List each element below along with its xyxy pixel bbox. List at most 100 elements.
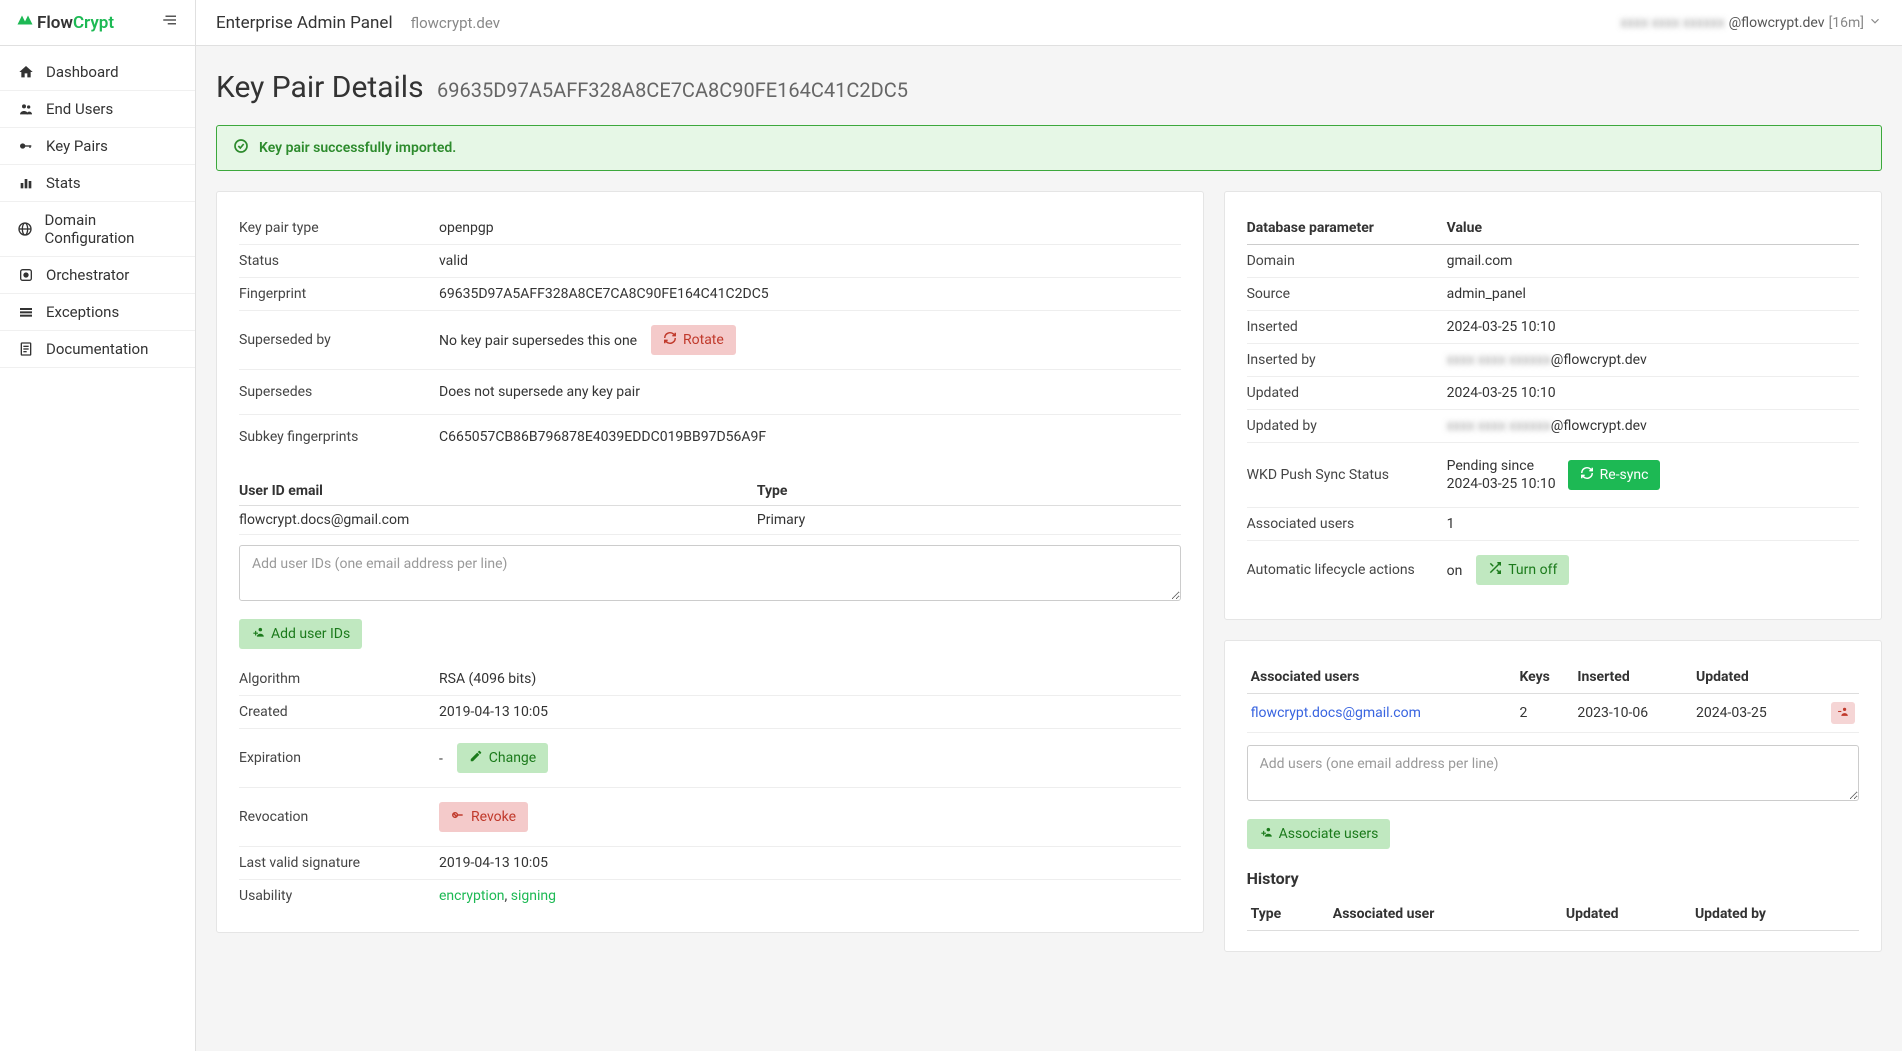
label: Usability (239, 880, 439, 913)
row-revocation: Revocation Revoke (239, 788, 1181, 847)
value-cell: on Turn off (1447, 541, 1859, 600)
key-details-table-2: Algorithm RSA (4096 bits) Created 2019-0… (239, 663, 1181, 912)
remove-user-button[interactable] (1831, 702, 1855, 724)
row-last-valid: Last valid signature 2019-04-13 10:05 (239, 847, 1181, 880)
label: Revocation (239, 788, 439, 847)
row-status: Status valid (239, 245, 1181, 278)
btn-label: Change (489, 750, 536, 766)
orchestrator-icon (16, 267, 36, 283)
th-param: Database parameter (1247, 212, 1447, 245)
btn-label: Associate users (1279, 826, 1379, 842)
value: - (439, 751, 443, 767)
usability-encryption[interactable]: encryption (439, 888, 505, 904)
main: Enterprise Admin Panel flowcrypt.dev xxx… (196, 0, 1902, 1051)
topbar-user-menu[interactable]: xxxx xxxx xxxxxx@flowcrypt.dev [16m] (1620, 14, 1882, 32)
suffix: @flowcrypt.dev (1551, 352, 1647, 368)
sidebar-item-documentation[interactable]: Documentation (0, 331, 195, 368)
db-params-table: Database parameter Value Domain gmail.co… (1247, 212, 1859, 599)
sidebar-item-exceptions[interactable]: Exceptions (0, 294, 195, 331)
change-expiration-button[interactable]: Change (457, 743, 548, 773)
sidebar-item-dashboard[interactable]: Dashboard (0, 54, 195, 91)
btn-label: Re-sync (1600, 467, 1649, 483)
sidebar-item-label: Dashboard (46, 63, 119, 81)
sidebar-item-label: Key Pairs (46, 137, 108, 155)
value-cell: xxxx xxxx xxxxxx@flowcrypt.dev (1447, 344, 1859, 377)
value-cell: Pending since 2024-03-25 10:10 Re-sync (1447, 443, 1859, 508)
associate-users-button[interactable]: Associate users (1247, 819, 1391, 849)
assoc-user-link[interactable]: flowcrypt.docs@gmail.com (1251, 705, 1421, 721)
btn-label: Revoke (471, 809, 516, 825)
row-superseded-by: Superseded by No key pair supersedes thi… (239, 311, 1181, 370)
value: openpgp (439, 212, 1181, 245)
exceptions-icon (16, 304, 36, 320)
sidebar-item-label: Domain Configuration (45, 211, 179, 247)
th-type: Type (1247, 898, 1329, 931)
value: 2019-04-13 10:05 (439, 696, 1181, 729)
sidebar-nav: Dashboard End Users Key Pairs Stats Doma… (0, 46, 195, 376)
label: Key pair type (239, 212, 439, 245)
label: Superseded by (239, 311, 439, 370)
sidebar-item-stats[interactable]: Stats (0, 165, 195, 202)
content: Key Pair Details 69635D97A5AFF328A8CE7CA… (196, 46, 1902, 1051)
row-supersedes: Supersedes Does not supersede any key pa… (239, 370, 1181, 415)
add-userids-button[interactable]: Add user IDs (239, 619, 362, 649)
userid-block: User ID email Type flowcrypt.docs@gmail.… (239, 477, 1181, 649)
sidebar-item-label: Exceptions (46, 303, 119, 321)
session-ttl: [16m] (1829, 15, 1864, 31)
suffix: @flowcrypt.dev (1551, 418, 1647, 434)
sidebar-item-domain-config[interactable]: Domain Configuration (0, 202, 195, 257)
label: Fingerprint (239, 278, 439, 311)
label: Created (239, 696, 439, 729)
turnoff-button[interactable]: Turn off (1476, 555, 1569, 585)
sidebar-item-orchestrator[interactable]: Orchestrator (0, 257, 195, 294)
add-users-input[interactable] (1247, 745, 1859, 801)
sidebar: FlowCrypt Dashboard End Users Key Pairs … (0, 0, 196, 1051)
chevron-down-icon (1868, 14, 1882, 32)
th-user: Associated users (1247, 661, 1516, 694)
value-cell: xxxx xxxx xxxxxx@flowcrypt.dev (1447, 410, 1859, 443)
user-plus-icon (1259, 825, 1273, 843)
label: Updated (1247, 377, 1447, 410)
value-cell: - Change (439, 729, 1181, 788)
rotate-icon (663, 331, 677, 349)
resync-button[interactable]: Re-sync (1568, 460, 1661, 490)
label: Subkey fingerprints (239, 415, 439, 460)
label: Status (239, 245, 439, 278)
add-userids-input[interactable] (239, 545, 1181, 601)
topbar-domain: flowcrypt.dev (411, 14, 500, 32)
value: valid (439, 245, 1181, 278)
sync-icon (1580, 466, 1594, 484)
value-cell: encryption, signing (439, 880, 1181, 913)
btn-label: Rotate (683, 332, 724, 348)
usability-signing[interactable]: signing (511, 888, 556, 904)
value: on (1447, 563, 1463, 579)
key-details-card: Key pair type openpgp Status valid Finge… (216, 191, 1204, 933)
user-hidden-prefix: xxxx xxxx xxxxxx (1620, 15, 1724, 31)
pencil-icon (469, 749, 483, 767)
rotate-button[interactable]: Rotate (651, 325, 736, 355)
sidebar-item-label: Orchestrator (46, 266, 129, 284)
sidebar-item-key-pairs[interactable]: Key Pairs (0, 128, 195, 165)
home-icon (16, 64, 36, 80)
btn-label: Turn off (1508, 562, 1557, 578)
sidebar-item-label: Documentation (46, 340, 148, 358)
row-created: Created 2019-04-13 10:05 (239, 696, 1181, 729)
revoke-button[interactable]: Revoke (439, 802, 528, 832)
sidebar-item-end-users[interactable]: End Users (0, 91, 195, 128)
topbar: Enterprise Admin Panel flowcrypt.dev xxx… (196, 0, 1902, 46)
row-assoc-users: Associated users 1 (1247, 508, 1859, 541)
row-wkd: WKD Push Sync Status Pending since 2024-… (1247, 443, 1859, 508)
userid-type: Primary (757, 512, 1181, 528)
user-plus-icon (251, 625, 265, 643)
sidebar-item-label: Stats (46, 174, 81, 192)
menu-toggle-icon[interactable] (161, 11, 179, 34)
alert-text: Key pair successfully imported. (259, 140, 456, 156)
page-title: Key Pair Details 69635D97A5AFF328A8CE7CA… (216, 70, 1882, 105)
assoc-keys: 2 (1515, 694, 1573, 733)
userid-row: flowcrypt.docs@gmail.com Primary (239, 506, 1181, 535)
value: No key pair supersedes this one (439, 333, 637, 349)
logo[interactable]: FlowCrypt (16, 11, 114, 34)
row-expiration: Expiration - Change (239, 729, 1181, 788)
page-title-fingerprint: 69635D97A5AFF328A8CE7CA8C90FE164C41C2DC5 (437, 78, 908, 102)
value: Does not supersede any key pair (439, 370, 1181, 415)
